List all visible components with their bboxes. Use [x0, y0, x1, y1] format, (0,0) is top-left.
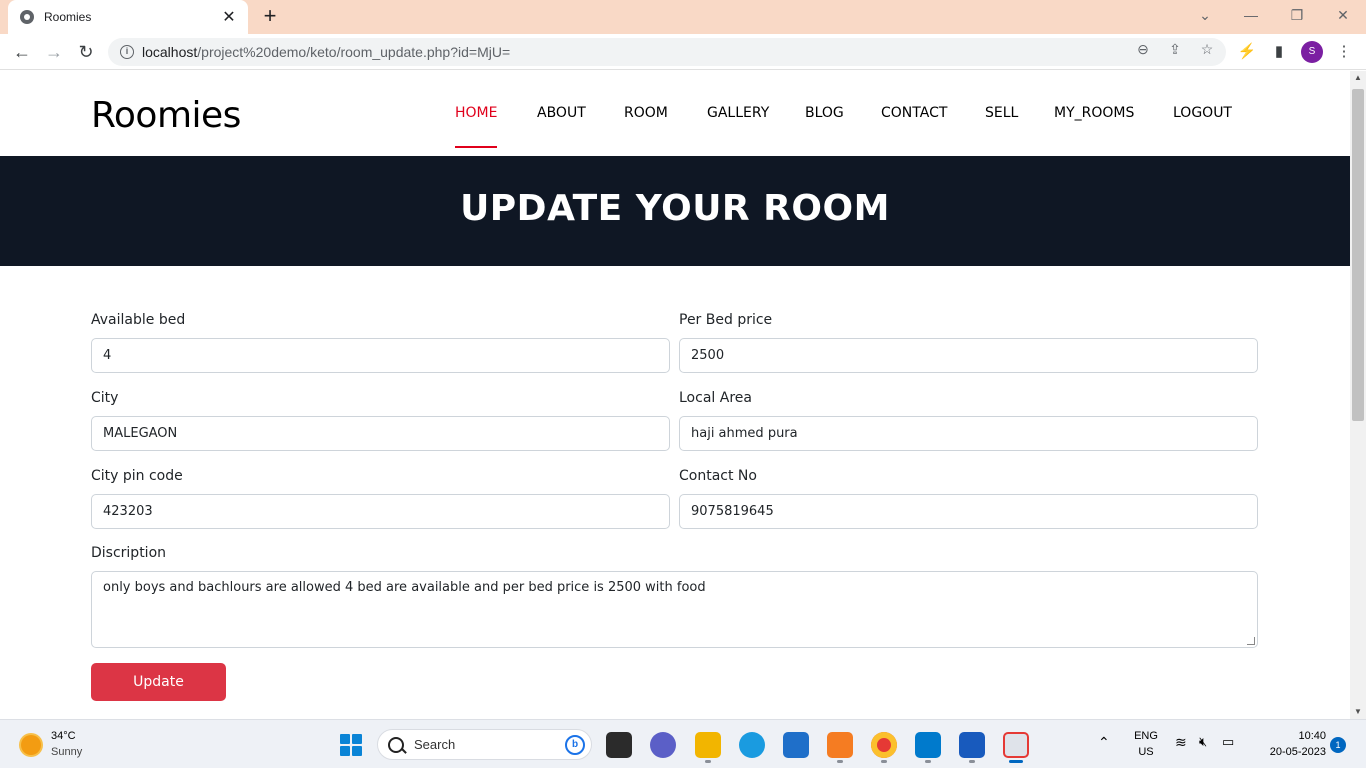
- description-textarea[interactable]: only boys and bachlours are allowed 4 be…: [91, 571, 1258, 648]
- city-pin-label: City pin code: [91, 468, 183, 484]
- restore-icon[interactable]: ❐: [1282, 4, 1312, 26]
- windows-start-icon[interactable]: [340, 734, 362, 756]
- microsoft-store-icon[interactable]: [783, 732, 809, 758]
- side-panel-icon[interactable]: ▮: [1269, 42, 1289, 62]
- url-text: localhost/project%20demo/keto/room_updat…: [142, 44, 511, 60]
- nav-my-rooms[interactable]: MY_ROOMS: [1054, 105, 1134, 121]
- available-bed-label: Available bed: [91, 312, 186, 328]
- local-area-label: Local Area: [679, 390, 752, 406]
- word-running-indicator: [969, 760, 975, 763]
- close-window-icon[interactable]: ✕: [1328, 4, 1358, 26]
- search-placeholder: Search: [414, 737, 456, 752]
- browser-tab[interactable]: Roomies ✕: [8, 0, 248, 34]
- scroll-up-icon[interactable]: ▲: [1350, 71, 1366, 85]
- nav-about[interactable]: ABOUT: [537, 105, 586, 121]
- site-logo[interactable]: Roomies: [91, 95, 241, 136]
- clock-time[interactable]: 10:40: [1282, 730, 1326, 742]
- per-bed-price-label: Per Bed price: [679, 312, 773, 328]
- back-arrow-icon[interactable]: ←: [11, 41, 33, 63]
- weather-temperature[interactable]: 34°C: [51, 730, 76, 742]
- address-bar[interactable]: i localhost/project%20demo/keto/room_upd…: [108, 38, 1226, 66]
- notification-badge[interactable]: 1: [1330, 737, 1346, 753]
- snipping-tool-active-indicator: [1009, 760, 1023, 763]
- bookmark-star-icon[interactable]: ☆: [1198, 40, 1216, 58]
- reload-icon[interactable]: ↻: [75, 41, 97, 63]
- minimize-icon[interactable]: —: [1236, 4, 1266, 26]
- tab-close-icon[interactable]: ✕: [220, 7, 238, 27]
- battery-icon[interactable]: ▭: [1222, 734, 1234, 750]
- nav-sell[interactable]: SELL: [985, 105, 1018, 121]
- forward-arrow-icon[interactable]: →: [43, 41, 65, 63]
- browser-tab-strip: Roomies ✕ + ⌄ — ❐ ✕: [0, 0, 1366, 34]
- clock-date[interactable]: 20-05-2023: [1252, 746, 1326, 758]
- chrome-icon[interactable]: [871, 732, 897, 758]
- city-label: City: [91, 390, 119, 406]
- teams-chat-icon[interactable]: [650, 732, 676, 758]
- vscode-icon[interactable]: [915, 732, 941, 758]
- city-input[interactable]: MALEGAON: [91, 416, 670, 451]
- share-icon[interactable]: ⇪: [1166, 40, 1184, 58]
- language-region[interactable]: US: [1133, 746, 1159, 758]
- per-bed-price-input[interactable]: 2500: [679, 338, 1258, 373]
- scrollbar-thumb[interactable]: [1352, 89, 1364, 421]
- nav-blog[interactable]: BLOG: [805, 105, 844, 121]
- taskbar-search[interactable]: Search b: [377, 729, 592, 760]
- nav-home[interactable]: HOME: [455, 105, 497, 121]
- tab-title: Roomies: [44, 10, 92, 24]
- tab-search-icon[interactable]: ⌄: [1190, 4, 1220, 26]
- zoom-icon[interactable]: ⊖: [1134, 40, 1152, 58]
- local-area-input[interactable]: haji ahmed pura: [679, 416, 1258, 451]
- available-bed-input[interactable]: 4: [91, 338, 670, 373]
- active-nav-underline: [455, 146, 497, 148]
- site-header: Roomies HOME ABOUT ROOM GALLERY BLOG CON…: [0, 71, 1350, 156]
- volume-muted-icon[interactable]: 🔇︎: [1199, 734, 1207, 750]
- site-info-icon[interactable]: i: [120, 45, 134, 59]
- new-tab-button[interactable]: +: [258, 5, 282, 29]
- city-pin-input[interactable]: 423203: [91, 494, 670, 529]
- page-title: UPDATE YOUR ROOM: [460, 188, 890, 229]
- snipping-tool-icon[interactable]: [1003, 732, 1029, 758]
- nav-logout[interactable]: LOGOUT: [1173, 105, 1232, 121]
- windows-taskbar: 34°C Sunny Search b ⌃ ENG US ≋ 🔇︎ ▭ 10:4…: [0, 719, 1366, 768]
- bing-icon[interactable]: b: [565, 734, 585, 755]
- nav-contact[interactable]: CONTACT: [881, 105, 947, 121]
- wifi-icon[interactable]: ≋: [1175, 734, 1187, 751]
- file-explorer-running-indicator: [705, 760, 711, 763]
- scroll-down-icon[interactable]: ▼: [1350, 705, 1366, 719]
- page-banner: UPDATE YOUR ROOM: [0, 156, 1350, 266]
- task-view-icon[interactable]: [606, 732, 632, 758]
- show-hidden-icons-chevron-icon[interactable]: ⌃: [1098, 734, 1110, 751]
- page-viewport: Roomies HOME ABOUT ROOM GALLERY BLOG CON…: [0, 71, 1350, 719]
- page-scrollbar[interactable]: ▲ ▼: [1350, 71, 1366, 719]
- edge-browser-icon[interactable]: [739, 732, 765, 758]
- xampp-running-indicator: [837, 760, 843, 763]
- contact-no-input[interactable]: 9075819645: [679, 494, 1258, 529]
- weather-sun-icon[interactable]: [21, 735, 41, 755]
- kebab-menu-icon[interactable]: ⋮: [1334, 42, 1354, 62]
- update-button[interactable]: Update: [91, 663, 226, 701]
- weather-description[interactable]: Sunny: [51, 746, 82, 758]
- profile-avatar[interactable]: S: [1301, 41, 1323, 63]
- contact-no-label: Contact No: [679, 468, 757, 484]
- nav-room[interactable]: ROOM: [624, 105, 668, 121]
- description-text: only boys and bachlours are allowed 4 be…: [103, 580, 706, 595]
- extensions-icon[interactable]: ⚡: [1237, 42, 1257, 62]
- resize-handle-icon[interactable]: [1247, 637, 1255, 645]
- file-explorer-icon[interactable]: [695, 732, 721, 758]
- browser-toolbar: ← → ↻ i localhost/project%20demo/keto/ro…: [0, 34, 1366, 70]
- xampp-icon[interactable]: [827, 732, 853, 758]
- language-code[interactable]: ENG: [1133, 730, 1159, 742]
- vscode-running-indicator: [925, 760, 931, 763]
- description-label: Discription: [91, 545, 167, 561]
- chrome-running-indicator: [881, 760, 887, 763]
- word-icon[interactable]: [959, 732, 985, 758]
- nav-gallery[interactable]: GALLERY: [707, 105, 769, 121]
- search-icon: [388, 736, 404, 753]
- globe-icon: [20, 10, 34, 24]
